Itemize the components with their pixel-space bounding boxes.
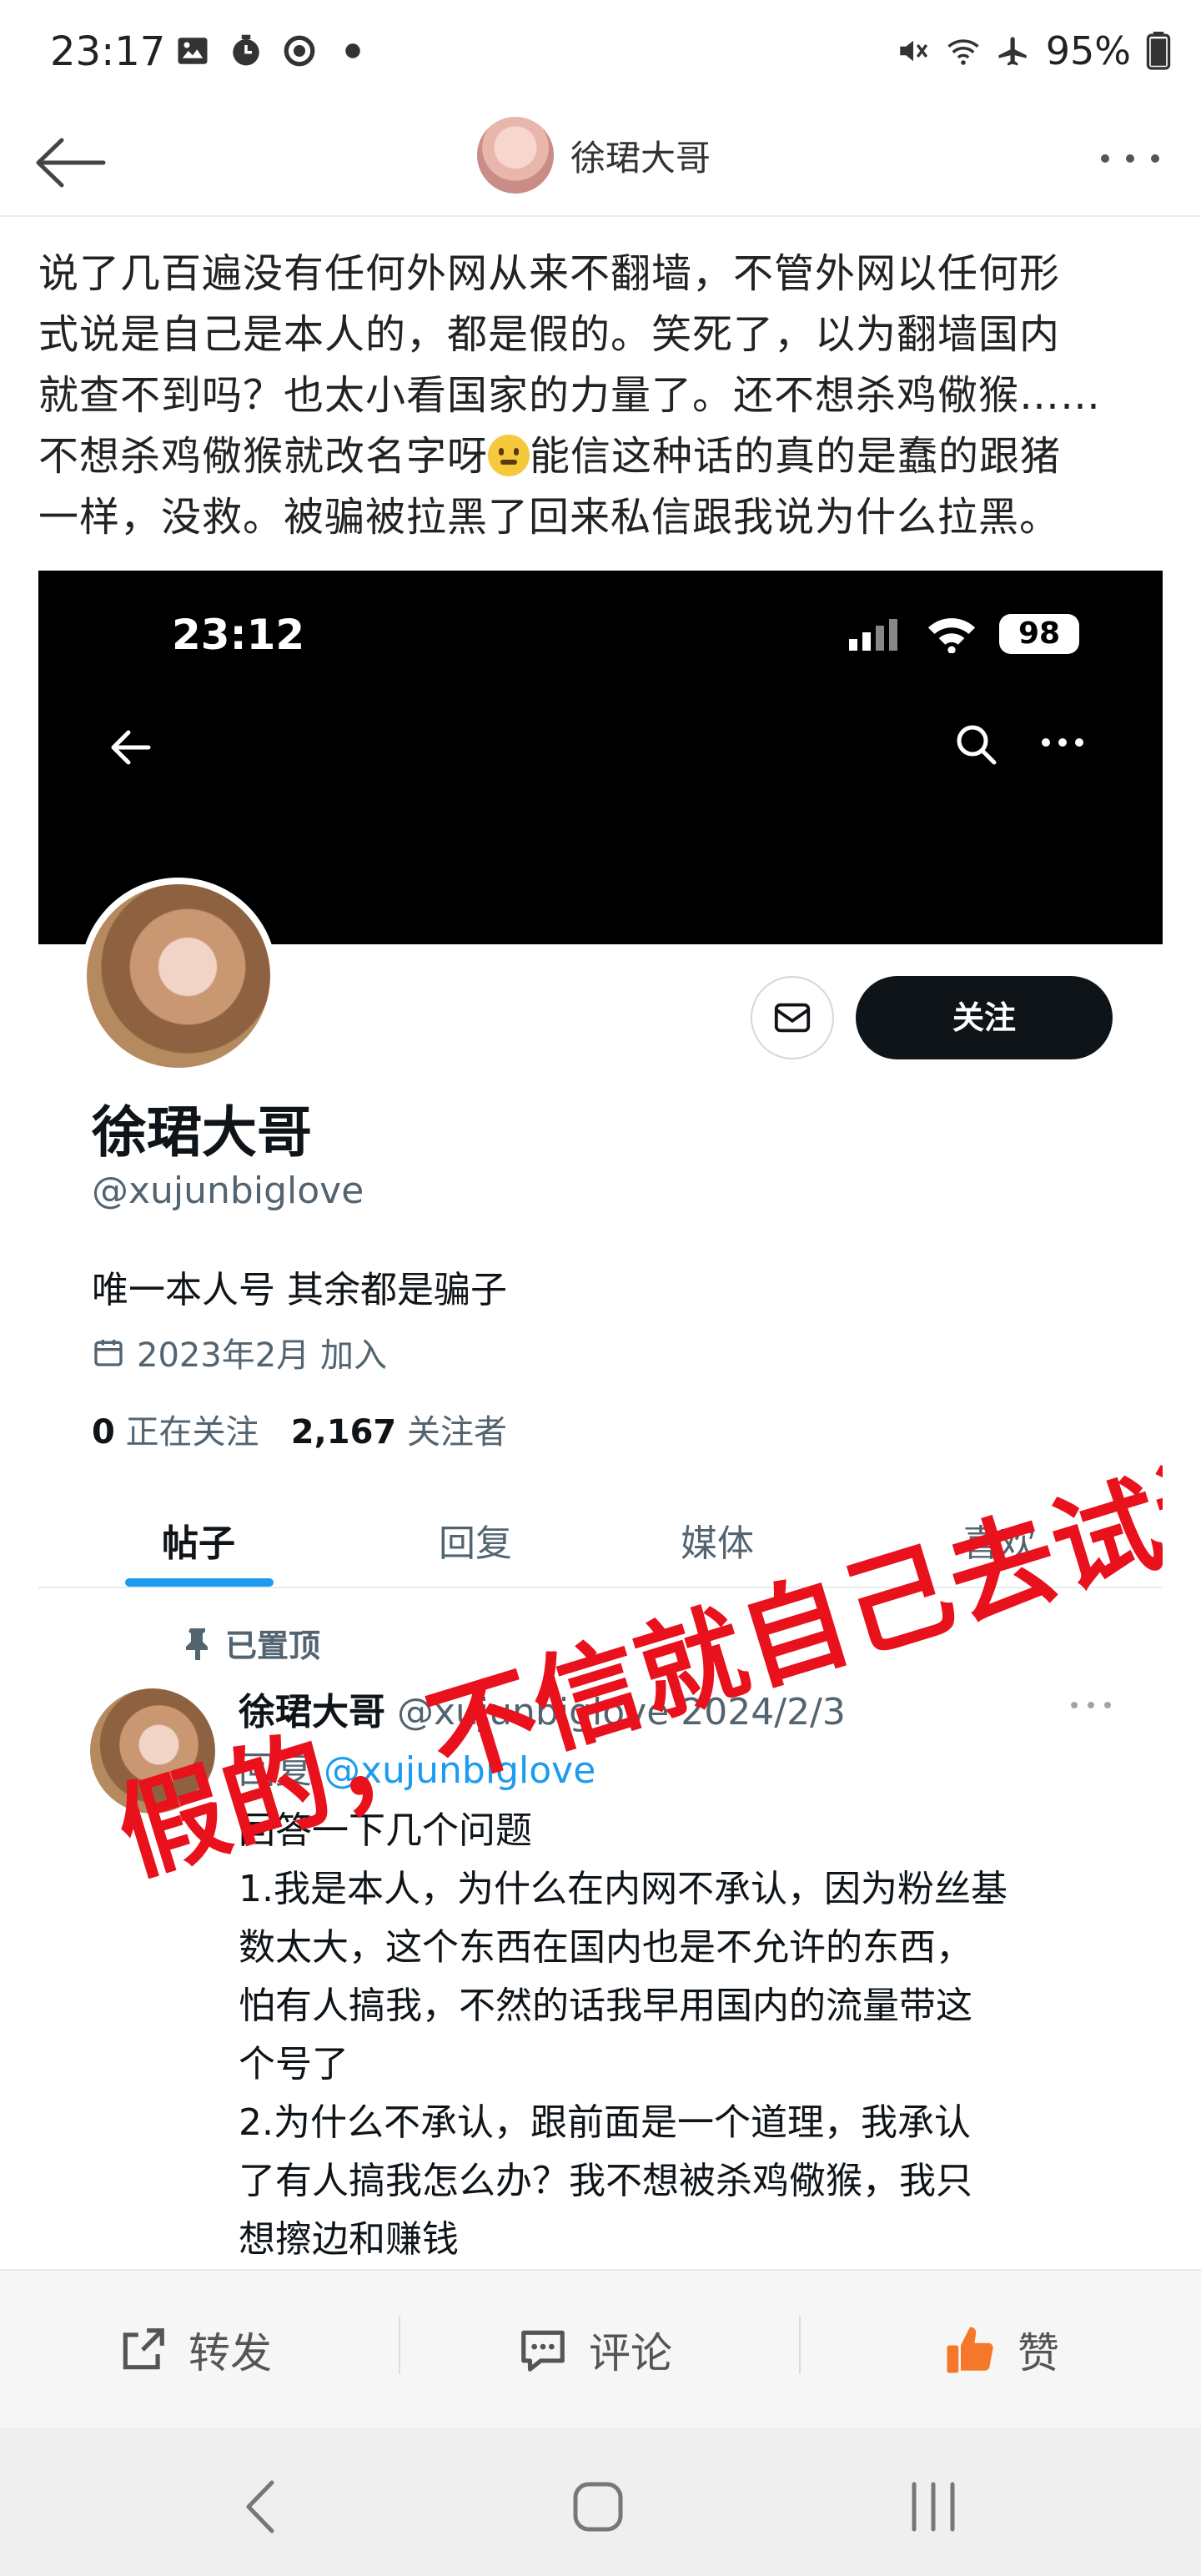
profile-name: 徐珺大哥	[92, 1100, 312, 1165]
wifi-icon	[947, 39, 979, 65]
shot-time: 23:12	[172, 611, 305, 659]
tab-underline	[125, 1578, 274, 1587]
status-time: 23:17	[50, 28, 166, 75]
like-label: 赞	[1018, 2329, 1059, 2377]
like-button[interactable]: 赞	[942, 2312, 1059, 2387]
header-avatar[interactable]	[477, 117, 554, 194]
app-header: 徐珺大哥	[0, 108, 1201, 217]
profile-stats: 0 正在关注 2,167 关注者	[92, 1405, 507, 1453]
nav-recents-icon[interactable]	[896, 2469, 971, 2544]
sync-icon	[284, 35, 315, 67]
post-text: 说了几百遍没有任何外网从来不翻墙，不管外网以任何形 式说是自己是本人的，都是假的…	[38, 244, 1173, 548]
following-count: 0	[92, 1413, 115, 1452]
more-icon	[1071, 1702, 1111, 1708]
post-line-segment: 不想杀鸡儆猴就改名字呀	[38, 433, 489, 480]
timer-icon	[233, 34, 259, 66]
post-line: 说了几百遍没有任何外网从来不翻墙，不管外网以任何形	[38, 250, 1061, 297]
pinned-text: 已置顶	[225, 1628, 321, 1664]
share-icon	[123, 2328, 164, 2370]
comment-icon	[521, 2330, 565, 2372]
follow-button: 关注	[856, 976, 1113, 1059]
tweet-body: 回答一下几个问题 1.我是本人，为什么在内网不承认，因为粉丝基 数太大，这个东西…	[239, 1809, 1008, 2261]
repost-button[interactable]: 转发	[117, 2312, 272, 2387]
post-line: 式说是自己是本人的，都是假的。笑死了，以为翻墙国内	[38, 311, 1061, 358]
following-label: 正在关注	[125, 1413, 259, 1452]
search-icon	[957, 725, 997, 765]
signal-icon	[849, 619, 897, 651]
mute-icon	[900, 40, 927, 62]
joined-text: 2023年2月 加入	[137, 1336, 387, 1375]
status-bar: 23:17 95%	[0, 0, 1201, 108]
repost-label: 转发	[188, 2329, 272, 2377]
airplane-icon	[998, 37, 1027, 66]
header-title[interactable]: 徐珺大哥	[570, 130, 711, 181]
comment-label: 评论	[589, 2329, 672, 2377]
back-arrow-icon	[111, 730, 151, 765]
action-bar: 转发 评论 赞	[0, 2269, 1201, 2428]
followers-label: 关注者	[406, 1413, 507, 1452]
thumbs-up-icon	[947, 2327, 993, 2373]
battery-icon	[1146, 32, 1171, 70]
mail-icon	[751, 976, 834, 1059]
post-line: 就查不到吗？也太小看国家的力量了。还不想杀鸡儆猴……	[38, 372, 1102, 419]
post-line-segment: 能信这种话的真的是蠢的跟猪	[530, 433, 1062, 480]
comment-button[interactable]: 评论	[517, 2312, 672, 2387]
profile-bio: 唯一本人号 其余都是骗子	[92, 1269, 507, 1311]
image-icon	[178, 38, 208, 64]
post-line: 不想杀鸡儆猴就改名字呀 能信这种话的真的是蠢的跟猪	[38, 426, 1173, 487]
profile-avatar	[80, 878, 277, 1074]
more-icon[interactable]	[1093, 133, 1168, 184]
smile-emoji-icon	[488, 435, 530, 476]
dot-icon	[345, 43, 360, 58]
tab-posts: 帖子	[162, 1522, 235, 1565]
divider	[399, 2316, 400, 2374]
post-image[interactable]: 23:12 98 关注 徐珺大哥 @xujunbiglove 唯一本人号 其余都…	[38, 571, 1163, 2272]
back-arrow-icon[interactable]	[28, 125, 112, 200]
nav-home-icon[interactable]	[560, 2469, 636, 2544]
pin-icon	[186, 1628, 208, 1660]
pinned-label: 已置顶	[185, 1620, 320, 1666]
wifi-icon	[927, 618, 976, 653]
profile-joined: 2023年2月 加入	[92, 1328, 387, 1376]
nav-back-icon[interactable]	[225, 2469, 300, 2544]
system-nav-bar	[0, 2428, 1201, 2576]
post-line: 一样，没救。被骗被拉黑了回来私信跟我说为什么拉黑。	[38, 494, 1061, 541]
battery-percent: 95%	[1045, 28, 1131, 73]
shot-battery: 98	[999, 614, 1079, 654]
calendar-icon	[94, 1340, 123, 1366]
tab-replies: 回复	[439, 1522, 512, 1565]
divider	[799, 2316, 801, 2374]
followers-count: 2,167	[290, 1413, 397, 1452]
profile-handle: @xujunbiglove	[92, 1170, 364, 1212]
more-icon	[1042, 738, 1083, 747]
